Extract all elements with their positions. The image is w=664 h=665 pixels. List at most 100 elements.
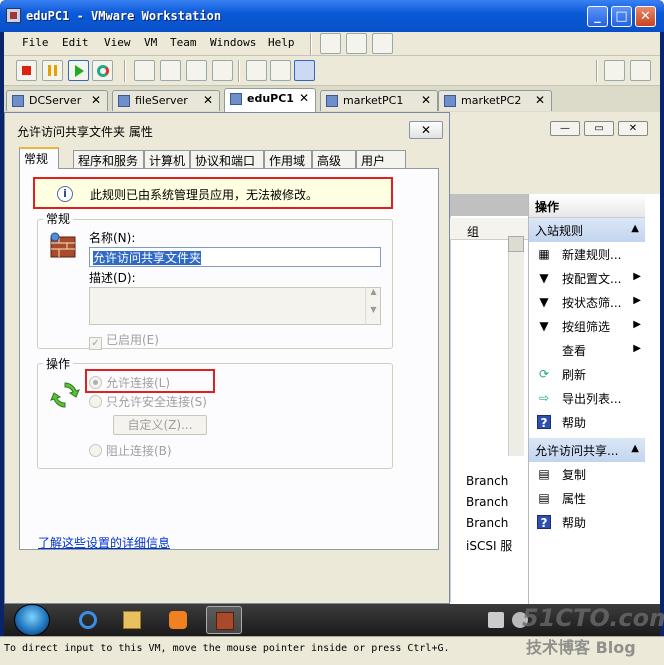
menu-view[interactable]: View <box>104 36 131 49</box>
menu-file[interactable]: File <box>22 36 49 49</box>
action-help-rule[interactable]: ? 帮助 <box>529 510 645 534</box>
list-item[interactable]: Branch <box>466 474 508 488</box>
customize-button[interactable]: 自定义(Z)... <box>113 415 207 435</box>
full-screen-icon[interactable] <box>186 60 207 81</box>
mmc-close-button[interactable]: ✕ <box>618 121 648 136</box>
name-label: 名称(N): <box>89 231 136 245</box>
tab-close-icon[interactable]: ✕ <box>421 93 431 107</box>
menu-vm[interactable]: VM <box>144 36 157 49</box>
unity-icon[interactable] <box>212 60 233 81</box>
reset-icon[interactable] <box>92 60 113 81</box>
network-tray-icon[interactable] <box>488 612 504 628</box>
action-copy[interactable]: ▤ 复制 <box>529 462 645 486</box>
quick-switch-icon[interactable] <box>160 60 181 81</box>
media-player-icon <box>169 611 187 629</box>
taskbar-ie[interactable] <box>70 606 106 634</box>
tab-advanced[interactable]: 高级 <box>312 150 356 169</box>
action-export-list[interactable]: ⇨ 导出列表... <box>529 386 645 410</box>
tab-marketpc2[interactable]: marketPC2 ✕ <box>438 90 552 111</box>
close-button[interactable]: ✕ <box>635 6 656 27</box>
console-view-icon[interactable] <box>246 60 267 81</box>
menu-windows[interactable]: Windows <box>210 36 256 49</box>
list-item[interactable]: Branch <box>466 516 508 530</box>
snapshot-take-icon[interactable] <box>604 60 625 81</box>
thumbnail-view-icon[interactable] <box>270 60 291 81</box>
description-label: 描述(D): <box>89 271 136 285</box>
taskbar-explorer[interactable] <box>114 606 150 634</box>
scroll-up-arrow[interactable] <box>508 236 524 252</box>
tab-computers[interactable]: 计算机 <box>144 150 190 169</box>
vmware-app-icon <box>6 8 21 23</box>
maximize-button[interactable]: □ <box>611 6 632 27</box>
power-on-icon[interactable] <box>68 60 89 81</box>
action-filter-profile[interactable]: ▼ 按配置文... ▶ <box>529 266 645 290</box>
radio-allow-secure[interactable]: 只允许安全连接(S) <box>89 393 207 410</box>
description-field[interactable] <box>89 287 381 325</box>
power-off-icon[interactable] <box>16 60 37 81</box>
list-item[interactable]: iSCSI 服 <box>466 537 512 554</box>
tab-close-icon[interactable]: ✕ <box>299 91 309 105</box>
minimize-button[interactable]: _ <box>587 6 608 27</box>
mmc-restore-button[interactable]: ▭ <box>584 121 614 136</box>
tab-general[interactable]: 常规 <box>19 147 59 169</box>
collapse-up-icon[interactable]: ▲ <box>631 443 639 454</box>
name-field[interactable]: 允许访问共享文件夹 <box>89 247 381 267</box>
menu-bar: File Edit View VM Team Windows Help <box>4 32 660 56</box>
sidebar-icon[interactable] <box>134 60 155 81</box>
radio-allow-connection[interactable]: 允许连接(L) <box>89 374 170 391</box>
taskbar-media-player[interactable] <box>160 606 196 634</box>
list-item[interactable]: Branch <box>466 495 508 509</box>
action-group-label: 操作 <box>43 355 74 372</box>
action-filter-state[interactable]: ▼ 按状态筛... ▶ <box>529 290 645 314</box>
tab-protocols-ports[interactable]: 协议和端口 <box>190 150 264 169</box>
action-properties[interactable]: ▤ 属性 <box>529 486 645 510</box>
tab-scope[interactable]: 作用域 <box>264 150 312 169</box>
menu-edit[interactable]: Edit <box>62 36 89 49</box>
section-selected-rule[interactable]: 允许访问共享... ▲ <box>529 438 645 462</box>
tab-marketpc1[interactable]: marketPC1 ✕ <box>320 90 438 111</box>
watermark-logo: 51CTO.com <box>522 604 664 632</box>
title-bar[interactable]: eduPC1 - VMware Workstation _ □ ✕ <box>0 0 664 32</box>
summary-view-icon[interactable] <box>294 60 315 81</box>
copy-icon: ▤ <box>538 467 550 481</box>
action-refresh[interactable]: ⟳ 刷新 <box>529 362 645 386</box>
action-new-rule[interactable]: ▦ 新建规则... <box>529 242 645 266</box>
tab-edupc1[interactable]: eduPC1 ✕ <box>224 88 316 112</box>
tab-users[interactable]: 用户 <box>356 150 406 169</box>
tab-close-icon[interactable]: ✕ <box>203 93 213 107</box>
learn-more-link[interactable]: 了解这些设置的详细信息 <box>38 534 170 551</box>
action-filter-group[interactable]: ▼ 按组筛选 ▶ <box>529 314 645 338</box>
start-button[interactable] <box>14 604 50 636</box>
suspend-icon[interactable] <box>42 60 63 81</box>
enabled-checkbox[interactable]: ✓ 已启用(E) <box>89 331 159 350</box>
tab-close-icon[interactable]: ✕ <box>91 93 101 107</box>
snapshot-delete-icon[interactable] <box>630 60 651 81</box>
toolbar <box>4 56 660 86</box>
menu-team[interactable]: Team <box>170 36 197 49</box>
tab-close-icon[interactable]: ✕ <box>535 93 545 107</box>
menu-help[interactable]: Help <box>268 36 295 49</box>
vm-icon <box>230 93 242 105</box>
tab-dcserver[interactable]: DCServer ✕ <box>6 90 108 111</box>
column-group-label: 组 <box>467 225 480 239</box>
mmc-scrollbar[interactable] <box>508 236 524 456</box>
description-scrollbar[interactable]: ▲ ▼ <box>365 287 381 325</box>
radio-selected-icon <box>89 376 102 389</box>
radio-block-connection[interactable]: 阻止连接(B) <box>89 442 172 459</box>
snapshot-icon[interactable] <box>320 33 341 54</box>
action-help[interactable]: ? 帮助 <box>529 410 645 434</box>
mmc-minimize-button[interactable]: — <box>550 121 580 136</box>
snapshot-manager-icon[interactable] <box>372 33 393 54</box>
tab-fileserver[interactable]: fileServer ✕ <box>112 90 220 111</box>
watermark-blog: 技术博客 Blog <box>526 638 636 657</box>
mmc-list-header <box>450 194 528 216</box>
collapse-up-icon[interactable]: ▲ <box>631 223 639 234</box>
tab-programs-services[interactable]: 程序和服务 <box>73 150 144 169</box>
taskbar-firewall[interactable] <box>206 606 242 634</box>
revert-snapshot-icon[interactable] <box>346 33 367 54</box>
dialog-close-button[interactable]: ✕ <box>409 121 443 139</box>
general-group-label: 常规 <box>43 210 74 227</box>
action-view[interactable]: 查看 ▶ <box>529 338 645 362</box>
section-inbound-rules[interactable]: 入站规则 ▲ <box>529 218 645 242</box>
folder-icon <box>123 611 141 629</box>
